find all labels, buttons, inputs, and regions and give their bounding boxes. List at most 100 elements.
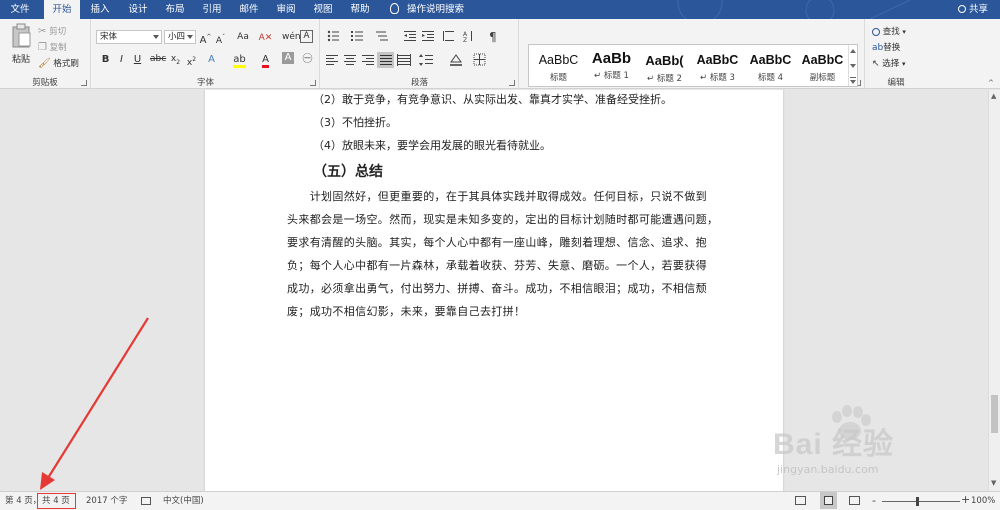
tab-layout[interactable]: 布局 (157, 0, 193, 19)
document-page[interactable]: （2）敢于竞争，有竞争意识、从实际出发、靠真才实学、准备经受挫折。 （3）不怕挫… (205, 90, 783, 491)
italic-button[interactable]: I (114, 52, 129, 67)
chevron-down-icon: ▾ (901, 60, 906, 68)
shrink-font-button[interactable]: Aˇ (213, 30, 228, 46)
bold-button[interactable]: B (98, 52, 113, 67)
replace-icon: ab (872, 42, 884, 53)
clipboard-launcher-icon[interactable] (81, 80, 87, 86)
paragraph-launcher-icon[interactable] (509, 80, 515, 86)
web-layout-icon[interactable] (849, 496, 860, 505)
shrink-font-icon: Aˇ (215, 34, 226, 46)
replace-button[interactable]: ab替换 (872, 41, 900, 54)
tab-references[interactable]: 引用 (194, 0, 230, 19)
char-shading-icon: A (284, 52, 292, 63)
chevron-down-icon: ▾ (902, 28, 906, 36)
select-button[interactable]: ↖ 选择 ▾ (872, 57, 906, 70)
tab-design[interactable]: 设计 (120, 0, 156, 19)
body-line: 要求有清醒的头脑。其实，每个人心中都有一座山峰，雕刻着理想、信念、追求、抱 (287, 236, 707, 249)
clear-formatting-button[interactable]: A✕ (258, 30, 273, 45)
proofing-icon[interactable] (141, 492, 151, 510)
read-mode-icon[interactable] (795, 496, 806, 505)
shading-icon (450, 54, 462, 66)
text-effects-button[interactable]: A (204, 52, 219, 67)
font-size-combo[interactable]: 小四 (164, 30, 196, 44)
body-line: 废；成功不相信幻影，未来，要靠自己去打拼！ (287, 305, 526, 318)
styles-gallery: AaBbC 标题 AaBb ↵ 标题 1 AaBb( ↵ 标题 2 AaBbC … (528, 44, 858, 87)
align-right-icon (362, 55, 374, 65)
tab-help[interactable]: 帮助 (342, 0, 378, 19)
clear-format-icon: A✕ (258, 33, 273, 43)
tab-mailings[interactable]: 邮件 (231, 0, 267, 19)
gallery-arrows-icon (850, 49, 856, 84)
word-window: 文件 开始 插入 设计 布局 引用 邮件 审阅 视图 帮助 操作说明搜索 共享 (0, 0, 1000, 510)
editing-group-label: 编辑 (887, 78, 905, 88)
style-name: 标题 4 (757, 73, 784, 83)
char-shading-button[interactable]: A (282, 52, 294, 64)
font-color-button[interactable]: A (258, 52, 273, 68)
find-button[interactable]: 查找 ▾ (872, 25, 906, 37)
enclose-char-icon: ㊀ (302, 54, 313, 65)
style-heading-1[interactable]: AaBb ↵ 标题 1 (584, 45, 639, 86)
phonetic-guide-button[interactable]: wén (282, 30, 301, 45)
print-layout-icon[interactable] (820, 492, 837, 509)
zoom-in-icon[interactable]: + (961, 493, 970, 506)
language-indicator[interactable]: 中文(中国) (163, 492, 204, 510)
subscript-button[interactable]: x2 (168, 52, 183, 67)
enclose-char-button[interactable]: ㊀ (300, 52, 315, 67)
zoom-slider[interactable] (882, 501, 960, 502)
collapse-ribbon-icon[interactable]: ^ (988, 80, 996, 87)
zoom-level[interactable]: 100% (971, 492, 995, 510)
char-border-icon: A (303, 31, 310, 41)
zoom-slider-thumb[interactable] (916, 497, 919, 506)
tab-review[interactable]: 审阅 (268, 0, 304, 19)
format-painter-button[interactable]: 🖌 格式刷 (38, 57, 79, 69)
styles-gallery-scroll[interactable] (848, 45, 857, 86)
paragraph-controls: AZ ¶ (326, 30, 497, 68)
tab-view[interactable]: 视图 (305, 0, 341, 19)
grow-font-button[interactable]: A^ (198, 30, 213, 46)
style-sample: AaBbC (749, 53, 792, 67)
cursor-arrow-icon: ↖ (872, 58, 880, 69)
align-left-icon (326, 55, 338, 65)
sort-icon: AZ (463, 31, 472, 44)
style-sample: AaBbC (538, 53, 579, 67)
scissors-icon: ✂ (38, 26, 47, 37)
cut-button[interactable]: ✂ 剪切 (38, 25, 66, 37)
paragraph-group-label: 段落 (410, 78, 428, 88)
highlight-button[interactable]: ab (232, 52, 247, 68)
style-title[interactable]: AaBbC 标题 (531, 45, 586, 86)
paintbrush-icon: 🖌 (38, 58, 51, 69)
style-subtitle[interactable]: AaBbC 副标题 (795, 45, 850, 86)
style-heading-3[interactable]: AaBbC ↵ 标题 3 (690, 45, 745, 86)
style-heading-4[interactable]: AaBbC 标题 4 (743, 45, 798, 86)
superscript-button[interactable]: x2 (184, 52, 199, 68)
style-heading-2[interactable]: AaBb( ↵ 标题 2 (637, 45, 692, 86)
font-name-combo[interactable]: 宋体 (96, 30, 162, 44)
person-icon (957, 5, 966, 13)
subscript-icon: x2 (170, 54, 181, 66)
share-button[interactable]: 共享 (957, 0, 988, 19)
tab-file[interactable]: 文件 (0, 0, 40, 19)
char-border-button[interactable]: A (300, 30, 313, 43)
tell-me-search[interactable]: 操作说明搜索 (390, 0, 464, 19)
copy-button[interactable]: ❐ 复制 (38, 41, 67, 53)
search-icon (872, 27, 880, 36)
strikethrough-button[interactable]: abc (150, 52, 166, 67)
paste-button[interactable]: 粘贴 (6, 23, 36, 71)
baidu-jingyan-watermark: Bai 经验 jingyan.baidu.com (745, 405, 995, 485)
watermark-url: jingyan.baidu.com (777, 463, 879, 476)
font-launcher-icon[interactable] (310, 80, 316, 86)
zoom-out-icon[interactable]: - (872, 494, 876, 507)
scroll-up-icon[interactable]: ▲ (991, 92, 996, 100)
word-count[interactable]: 2017 个字 (86, 492, 127, 510)
change-case-button[interactable]: Aa (233, 30, 253, 45)
page-indicator[interactable]: 第 4 页， (5, 492, 41, 510)
tab-insert[interactable]: 插入 (82, 0, 118, 19)
select-label: 选择 (882, 59, 900, 69)
tab-home[interactable]: 开始 (44, 0, 80, 19)
style-sample: AaBb (591, 50, 632, 67)
lightbulb-icon (390, 3, 399, 14)
change-case-label: Aa (237, 32, 249, 42)
show-marks-icon: ¶ (489, 30, 497, 44)
style-sample: AaBbC (696, 53, 739, 67)
underline-button[interactable]: U (130, 52, 145, 67)
